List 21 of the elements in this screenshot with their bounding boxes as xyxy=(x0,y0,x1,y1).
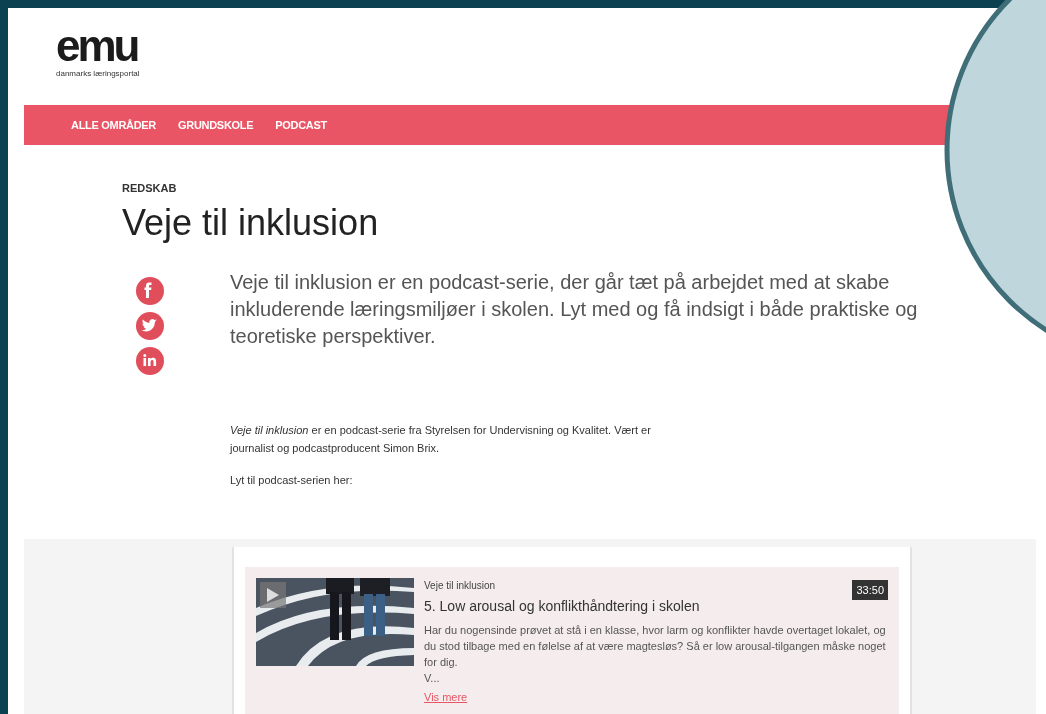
show-more-link[interactable]: Vis mere xyxy=(424,689,468,706)
facebook-icon[interactable] xyxy=(136,276,164,305)
linkedin-icon[interactable] xyxy=(136,346,164,375)
nav-link[interactable]: PODCAST xyxy=(275,116,327,134)
twitter-icon[interactable] xyxy=(136,311,164,340)
logo[interactable]: emu xyxy=(56,26,138,66)
play-icon xyxy=(267,587,279,602)
nav-link[interactable]: GRUNDSKOLE xyxy=(178,116,254,134)
episode-excerpt: V... xyxy=(424,671,440,686)
body-paragraph: Lyt til podcast-serien her: xyxy=(230,472,354,488)
category-label: REDSKAB xyxy=(122,181,177,196)
body-paragraph: Veje til inklusion er en podcast-serie fra Styrelsen for Undervisning og Kvalitet. Vært er journalist og podcastproducent Simon Brix. xyxy=(230,422,652,456)
page-title: Veje til inklusion xyxy=(122,200,379,245)
play-button[interactable] xyxy=(260,581,286,608)
nav-link[interactable]: ALLE OMRÅDER xyxy=(71,116,156,134)
episode-title: 5. Low arousal og konflikthåndtering i skolen xyxy=(424,597,700,616)
series-name: Veje til inklusion xyxy=(424,578,496,593)
logo-tagline: danmarks læringsportal xyxy=(56,68,140,80)
lead-paragraph: Veje til inklusion er en podcast-serie, der går tæt på arbejdet med at skabe inkluderende læringsmiljøer i skolen. Lyt med og få indsigt i både praktiske og teoretiske perspektiver. xyxy=(230,269,919,349)
episode-duration: 33:50 xyxy=(852,579,888,600)
episode-description: Har du nogensinde prøvet at stå i en klasse, hvor larm og konflikter havde overtaget lokalet, og du stod tilbage med en følelse af at være magtesløs? Så er low arousal-tilgangen måske noget for dig. xyxy=(424,623,887,670)
